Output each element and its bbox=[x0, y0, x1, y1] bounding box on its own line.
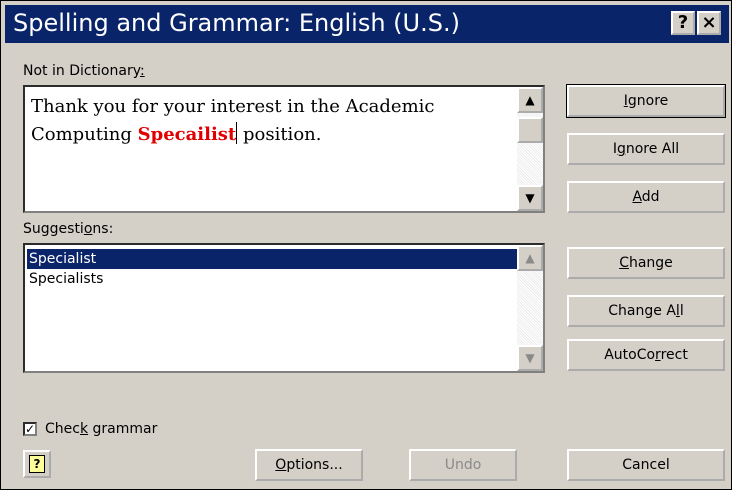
scroll-up-arrow-icon[interactable]: ▲ bbox=[517, 87, 543, 113]
window-title: Spelling and Grammar: English (U.S.) bbox=[13, 9, 460, 37]
scroll-up-arrow-icon[interactable]: ▲ bbox=[517, 245, 543, 271]
suggestions-scrollbar[interactable]: ▲ ▼ bbox=[517, 245, 543, 371]
close-button[interactable]: × bbox=[697, 11, 721, 35]
change-button[interactable]: Change bbox=[567, 247, 725, 279]
spelling-grammar-dialog: Spelling and Grammar: English (U.S.) ? ×… bbox=[0, 0, 732, 490]
sentence-text[interactable]: Thank you for your interest in the Acade… bbox=[31, 93, 511, 149]
scroll-down-arrow-icon[interactable]: ▼ bbox=[517, 345, 543, 371]
add-button[interactable]: Add bbox=[567, 181, 725, 213]
title-bar[interactable]: Spelling and Grammar: English (U.S.) ? × bbox=[5, 5, 729, 43]
check-grammar-label[interactable]: Check grammar bbox=[45, 421, 157, 437]
suggestions-list[interactable]: Specialist Specialists ▲ ▼ bbox=[23, 243, 545, 373]
misspelled-word: Specailist bbox=[137, 124, 237, 145]
change-all-button[interactable]: Change All bbox=[567, 295, 725, 327]
suggestion-item[interactable]: Specialist bbox=[27, 249, 517, 269]
scroll-thumb[interactable] bbox=[517, 117, 543, 143]
not-in-dictionary-textbox[interactable]: Thank you for your interest in the Acade… bbox=[23, 85, 545, 213]
options-button[interactable]: Options... bbox=[255, 449, 363, 481]
textbox-scrollbar[interactable]: ▲ ▼ bbox=[517, 87, 543, 211]
ignore-button[interactable]: Ignore bbox=[566, 84, 726, 118]
ignore-all-button[interactable]: Ignore All bbox=[567, 133, 725, 165]
cancel-button[interactable]: Cancel bbox=[567, 449, 725, 481]
autocorrect-button[interactable]: AutoCorrect bbox=[567, 339, 725, 371]
help-button[interactable]: ? bbox=[671, 11, 695, 35]
help-icon[interactable]: ? bbox=[23, 450, 51, 478]
suggestions-label: Suggestions: bbox=[23, 221, 114, 237]
undo-button: Undo bbox=[409, 449, 517, 481]
suggestion-item[interactable]: Specialists bbox=[27, 269, 517, 289]
not-in-dictionary-label: Not in Dictionary: bbox=[23, 63, 145, 79]
scroll-down-arrow-icon[interactable]: ▼ bbox=[517, 185, 543, 211]
check-grammar-checkbox[interactable]: ✓ bbox=[23, 422, 37, 436]
